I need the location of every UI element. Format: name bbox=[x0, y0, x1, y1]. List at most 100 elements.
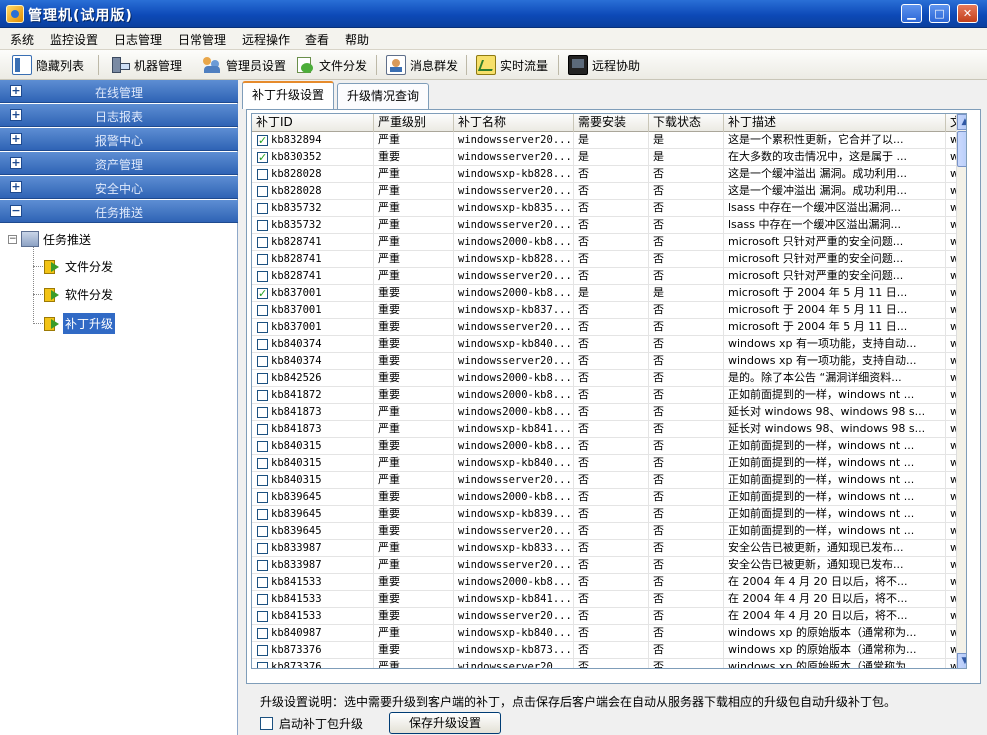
menu-monitor-settings[interactable]: 监控设置 bbox=[50, 31, 98, 48]
menu-view[interactable]: 查看 bbox=[305, 31, 329, 48]
row-checkbox[interactable] bbox=[257, 254, 268, 265]
table-row[interactable]: kb840315 严重 windowsserver20... 否否正如前面提到的一样，… bbox=[252, 472, 966, 489]
table-row[interactable]: kb835732 严重 windowsxp-kb835... 否否 lsass 中存在一… bbox=[252, 200, 966, 217]
category-asset-management[interactable]: + 资产管理 bbox=[0, 152, 238, 175]
row-checkbox[interactable] bbox=[257, 475, 268, 486]
table-row[interactable]: kb841873 严重 windows2000-kb8... 否否延长对 window… bbox=[252, 404, 966, 421]
row-checkbox[interactable] bbox=[257, 509, 268, 520]
row-checkbox[interactable] bbox=[257, 594, 268, 605]
category-security-center[interactable]: + 安全中心 bbox=[0, 176, 238, 199]
table-row[interactable]: kb841873 严重 windowsxp-kb841... 否否延长对 window… bbox=[252, 421, 966, 438]
column-header-patch-id[interactable]: 补丁ID bbox=[252, 114, 374, 132]
scroll-down-button[interactable]: ▼ bbox=[957, 653, 966, 668]
toolbar-hide-list-button[interactable]: 隐藏列表 bbox=[12, 54, 84, 76]
enable-patch-upgrade-checkbox[interactable] bbox=[260, 717, 273, 730]
close-button[interactable]: ✕ bbox=[957, 4, 978, 23]
column-header-description[interactable]: 补丁描述 bbox=[724, 114, 946, 132]
row-checkbox[interactable] bbox=[257, 577, 268, 588]
table-row[interactable]: kb828028 严重 windowsserver20... 否否这是一个缓冲溢出 漏… bbox=[252, 183, 966, 200]
table-row[interactable]: kb841533 重要 windows2000-kb8... 否否在 2004 年 4… bbox=[252, 574, 966, 591]
row-checkbox[interactable] bbox=[257, 628, 268, 639]
column-header-patch-name[interactable]: 补丁名称 bbox=[454, 114, 574, 132]
table-row[interactable]: kb841872 重要 windows2000-kb8... 否否正如前面提到的一样，… bbox=[252, 387, 966, 404]
table-row[interactable]: kb837001 重要 windowsserver20... 否否 microsoft … bbox=[252, 319, 966, 336]
row-checkbox[interactable] bbox=[257, 424, 268, 435]
table-row[interactable]: kb840374 重要 windowsxp-kb840... 否否 windows xp… bbox=[252, 336, 966, 353]
row-checkbox[interactable] bbox=[257, 543, 268, 554]
menu-help[interactable]: 帮助 bbox=[345, 31, 369, 48]
table-row[interactable]: kb842526 重要 windows2000-kb8... 否否是的。除了本公告 “… bbox=[252, 370, 966, 387]
row-checkbox[interactable] bbox=[257, 560, 268, 571]
row-checkbox[interactable] bbox=[257, 458, 268, 469]
table-row[interactable]: kb833987 严重 windowsxp-kb833... 否否安全公告已被更新，通… bbox=[252, 540, 966, 557]
table-row[interactable]: kb839645 重要 windowsxp-kb839... 否否正如前面提到的一样，… bbox=[252, 506, 966, 523]
row-checkbox[interactable] bbox=[257, 611, 268, 622]
table-row[interactable]: kb840987 严重 windowsxp-kb840... 否否 windows xp… bbox=[252, 625, 966, 642]
toolbar-admin-settings-button[interactable]: 管理员设置 bbox=[202, 54, 286, 76]
tree-item-patch-upgrade[interactable]: 补丁升级 bbox=[44, 312, 116, 334]
menu-system[interactable]: 系统 bbox=[10, 31, 34, 48]
row-checkbox[interactable] bbox=[257, 237, 268, 248]
maximize-button[interactable]: □ bbox=[929, 4, 950, 23]
category-task-push[interactable]: − 任务推送 bbox=[0, 200, 238, 223]
tree-root-task-push[interactable]: − 任务推送 bbox=[8, 229, 91, 249]
table-row[interactable]: kb840315 重要 windows2000-kb8... 否否正如前面提到的一样，… bbox=[252, 438, 966, 455]
save-upgrade-settings-button[interactable]: 保存升级设置 bbox=[389, 712, 501, 734]
category-online-management[interactable]: + 在线管理 bbox=[0, 80, 238, 103]
row-checkbox[interactable] bbox=[257, 441, 268, 452]
row-checkbox[interactable] bbox=[257, 645, 268, 656]
row-checkbox[interactable] bbox=[257, 169, 268, 180]
row-checkbox[interactable] bbox=[257, 373, 268, 384]
enable-patch-upgrade[interactable]: 启动补丁包升级 bbox=[260, 715, 363, 732]
row-checkbox[interactable] bbox=[257, 339, 268, 350]
table-row[interactable]: kb839645 重要 windows2000-kb8... 否否正如前面提到的一样，… bbox=[252, 489, 966, 506]
toolbar-realtime-traffic-button[interactable]: 实时流量 bbox=[476, 54, 548, 76]
row-checkbox[interactable] bbox=[257, 390, 268, 401]
row-checkbox[interactable] bbox=[257, 305, 268, 316]
menu-log-management[interactable]: 日志管理 bbox=[114, 31, 162, 48]
tree-item-file-distribution[interactable]: 文件分发 bbox=[44, 255, 115, 277]
table-row[interactable]: kb873376 重要 windowsxp-kb873... 否否 windows xp… bbox=[252, 642, 966, 659]
column-header-download-status[interactable]: 下载状态 bbox=[649, 114, 724, 132]
table-row[interactable]: kb839645 重要 windowsserver20... 否否正如前面提到的一样，… bbox=[252, 523, 966, 540]
row-checkbox[interactable] bbox=[257, 133, 268, 149]
menu-daily-management[interactable]: 日常管理 bbox=[178, 31, 226, 48]
minimize-button[interactable]: ▁ bbox=[901, 4, 922, 23]
row-checkbox[interactable] bbox=[257, 186, 268, 197]
table-row[interactable]: kb837001重要windows2000-kb8...是是microsoft … bbox=[252, 285, 966, 302]
row-checkbox[interactable] bbox=[257, 662, 268, 668]
table-row[interactable]: kb828741 严重 windows2000-kb8... 否否 microsoft … bbox=[252, 234, 966, 251]
category-log-reports[interactable]: + 日志报表 bbox=[0, 104, 238, 127]
table-row[interactable]: kb830352重要windowsserver20...是是在大多数的攻击情况中… bbox=[252, 149, 966, 166]
table-row[interactable]: kb840374 重要 windowsserver20... 否否 windows xp… bbox=[252, 353, 966, 370]
table-row[interactable]: kb828028 严重 windowsxp-kb828... 否否这是一个缓冲溢出 漏… bbox=[252, 166, 966, 183]
menu-remote-operation[interactable]: 远程操作 bbox=[242, 31, 290, 48]
tree-item-software-distribution[interactable]: 软件分发 bbox=[44, 283, 115, 305]
table-row[interactable]: kb873376 严重 windowsserver20... 否否 windows xp… bbox=[252, 659, 966, 668]
table-row[interactable]: kb835732 严重 windowsserver20... 否否 lsass 中存在一… bbox=[252, 217, 966, 234]
row-checkbox[interactable] bbox=[257, 150, 268, 166]
toolbar-machine-management-button[interactable]: 机器管理 bbox=[110, 54, 182, 76]
column-header-severity[interactable]: 严重级别 bbox=[374, 114, 454, 132]
scroll-up-button[interactable]: ▲ bbox=[957, 114, 966, 130]
table-row[interactable]: kb828741 严重 windowsxp-kb828... 否否 microsoft … bbox=[252, 251, 966, 268]
row-checkbox[interactable] bbox=[257, 322, 268, 333]
row-checkbox[interactable] bbox=[257, 286, 268, 302]
row-checkbox[interactable] bbox=[257, 526, 268, 537]
tab-upgrade-status-query[interactable]: 升级情况查询 bbox=[337, 83, 430, 109]
table-row[interactable]: kb841533 重要 windowsserver20... 否否在 2004 年 4… bbox=[252, 608, 966, 625]
tab-patch-upgrade-settings[interactable]: 补丁升级设置 bbox=[242, 81, 335, 109]
tree-collapse-icon[interactable]: − bbox=[8, 234, 17, 244]
table-row[interactable]: kb833987 严重 windowsserver20... 否否安全公告已被更新，通… bbox=[252, 557, 966, 574]
vertical-scroll-thumb[interactable] bbox=[957, 131, 966, 167]
column-header-need-install[interactable]: 需要安装 bbox=[574, 114, 649, 132]
toolbar-file-distribution-button[interactable]: 文件分发 bbox=[295, 54, 367, 76]
table-row[interactable]: kb837001 重要 windowsxp-kb837... 否否 microsoft … bbox=[252, 302, 966, 319]
category-alarm-center[interactable]: + 报警中心 bbox=[0, 128, 238, 151]
table-row[interactable]: kb828741 严重 windowsserver20... 否否 microsoft … bbox=[252, 268, 966, 285]
row-checkbox[interactable] bbox=[257, 492, 268, 503]
row-checkbox[interactable] bbox=[257, 220, 268, 231]
row-checkbox[interactable] bbox=[257, 356, 268, 367]
row-checkbox[interactable] bbox=[257, 203, 268, 214]
table-row[interactable]: kb832894严重windowsserver20...是是这是一个累积性更新，… bbox=[252, 132, 966, 149]
